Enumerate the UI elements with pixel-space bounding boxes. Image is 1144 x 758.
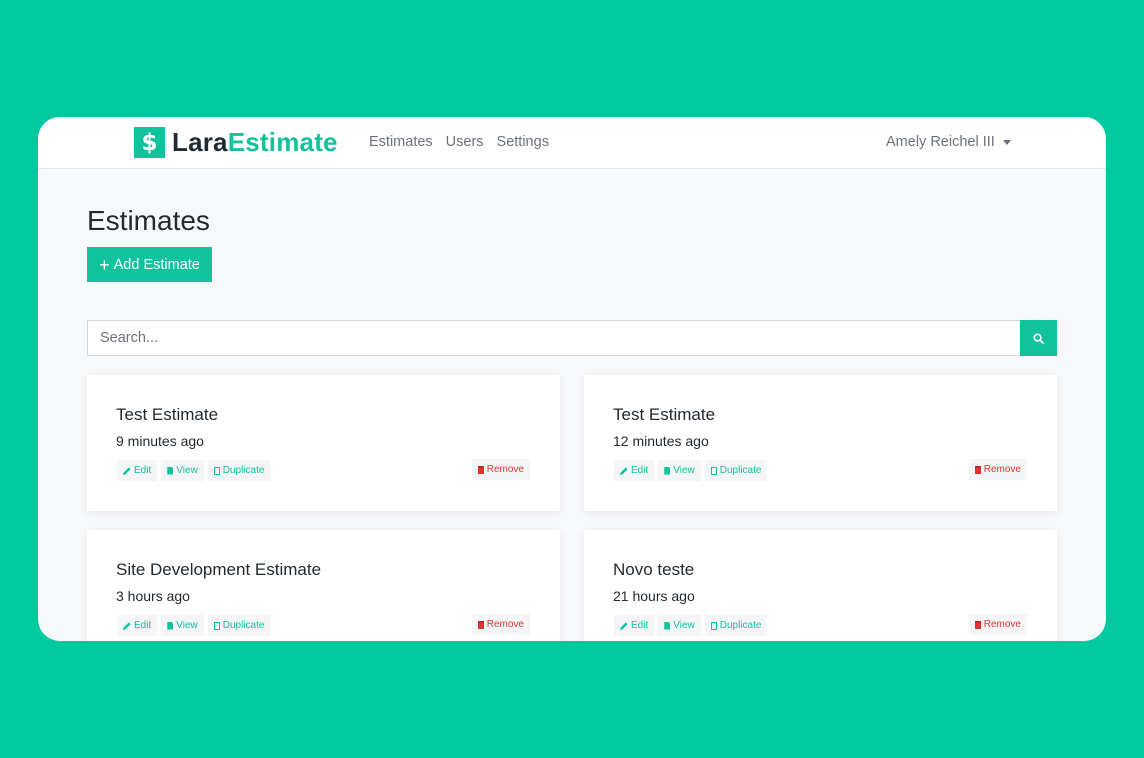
pencil-icon (123, 621, 131, 630)
duplicate-button[interactable]: Duplicate (704, 615, 768, 636)
trash-icon (477, 465, 484, 474)
estimate-actions: Edit View Duplicate (614, 615, 768, 636)
duplicate-label: Duplicate (222, 620, 265, 631)
duplicate-button[interactable]: Duplicate (207, 460, 271, 481)
edit-button[interactable]: Edit (117, 460, 158, 481)
estimate-title: Test Estimate (613, 405, 716, 424)
estimate-title: Test Estimate (116, 405, 219, 424)
top-navbar: $ Lara Estimate Estimates Users Settings … (38, 117, 1106, 169)
brand-name-part2: Estimate (227, 127, 338, 157)
view-button[interactable]: View (658, 460, 701, 481)
brand-name-part1: Lara (172, 127, 228, 157)
trash-icon (477, 620, 484, 629)
brand-logo[interactable]: $ Lara Estimate (134, 127, 338, 158)
remove-button[interactable]: Remove (968, 614, 1027, 635)
edit-label: Edit (631, 620, 649, 631)
app-window: $ Lara Estimate Estimates Users Settings … (38, 117, 1106, 641)
file-icon (664, 466, 671, 475)
dollar-icon: $ (134, 127, 165, 158)
nav-link-estimates[interactable]: Estimates (369, 134, 433, 150)
edit-button[interactable]: Edit (614, 460, 655, 481)
trash-icon (974, 620, 981, 629)
search-button[interactable] (1020, 320, 1057, 356)
pencil-icon (620, 466, 628, 475)
estimate-time: 3 hours ago (116, 588, 190, 604)
duplicate-label: Duplicate (719, 620, 762, 631)
add-estimate-label: Add Estimate (113, 256, 200, 273)
caret-down-icon (1002, 140, 1011, 145)
file-icon (664, 621, 671, 630)
remove-label: Remove (983, 619, 1021, 630)
remove-label: Remove (486, 464, 524, 475)
view-label: View (673, 620, 695, 631)
search-bar (87, 320, 1057, 356)
copy-icon (710, 621, 717, 630)
edit-label: Edit (134, 620, 152, 631)
estimate-title: Novo teste (613, 560, 695, 579)
copy-icon (213, 621, 220, 630)
edit-label: Edit (631, 465, 649, 476)
edit-button[interactable]: Edit (614, 615, 655, 636)
duplicate-button[interactable]: Duplicate (207, 615, 271, 636)
duplicate-button[interactable]: Duplicate (704, 460, 768, 481)
pencil-icon (620, 621, 628, 630)
user-menu-dropdown[interactable]: Amely Reichel III (886, 134, 1011, 150)
estimate-time: 9 minutes ago (116, 433, 204, 449)
trash-icon (974, 465, 981, 474)
edit-button[interactable]: Edit (117, 615, 158, 636)
estimate-title: Site Development Estimate (116, 560, 322, 579)
view-button[interactable]: View (161, 460, 204, 481)
remove-label: Remove (486, 619, 524, 630)
view-button[interactable]: View (658, 615, 701, 636)
estimate-actions: Edit View Duplicate (117, 460, 271, 481)
file-icon (167, 466, 174, 475)
remove-button[interactable]: Remove (471, 459, 530, 480)
estimate-actions: Edit View Duplicate (614, 460, 768, 481)
estimate-card: Novo teste 21 hours ago Edit View Duplic… (584, 530, 1057, 641)
copy-icon (710, 466, 717, 475)
remove-button[interactable]: Remove (471, 614, 530, 635)
plus-icon: + (99, 254, 110, 275)
view-label: View (673, 465, 695, 476)
add-estimate-button[interactable]: + Add Estimate (87, 247, 212, 282)
copy-icon (213, 466, 220, 475)
remove-button[interactable]: Remove (968, 459, 1027, 480)
edit-label: Edit (134, 465, 152, 476)
duplicate-label: Duplicate (719, 465, 762, 476)
page-title: Estimates (87, 205, 210, 236)
pencil-icon (123, 466, 131, 475)
user-name: Amely Reichel III (886, 134, 995, 150)
estimate-card: Site Development Estimate 3 hours ago Ed… (87, 530, 560, 641)
view-label: View (176, 620, 198, 631)
duplicate-label: Duplicate (222, 465, 265, 476)
search-input[interactable] (87, 320, 1020, 356)
estimate-actions: Edit View Duplicate (117, 615, 271, 636)
nav-link-settings[interactable]: Settings (497, 134, 549, 150)
search-icon (1033, 332, 1044, 344)
nav-links: Estimates Users Settings (369, 134, 549, 150)
remove-label: Remove (983, 464, 1021, 475)
estimate-time: 12 minutes ago (613, 433, 709, 449)
estimate-time: 21 hours ago (613, 588, 695, 604)
nav-link-users[interactable]: Users (446, 134, 484, 150)
estimate-card: Test Estimate 9 minutes ago Edit View Du… (87, 375, 560, 511)
file-icon (167, 621, 174, 630)
view-label: View (176, 465, 198, 476)
view-button[interactable]: View (161, 615, 204, 636)
estimate-card: Test Estimate 12 minutes ago Edit View D… (584, 375, 1057, 511)
